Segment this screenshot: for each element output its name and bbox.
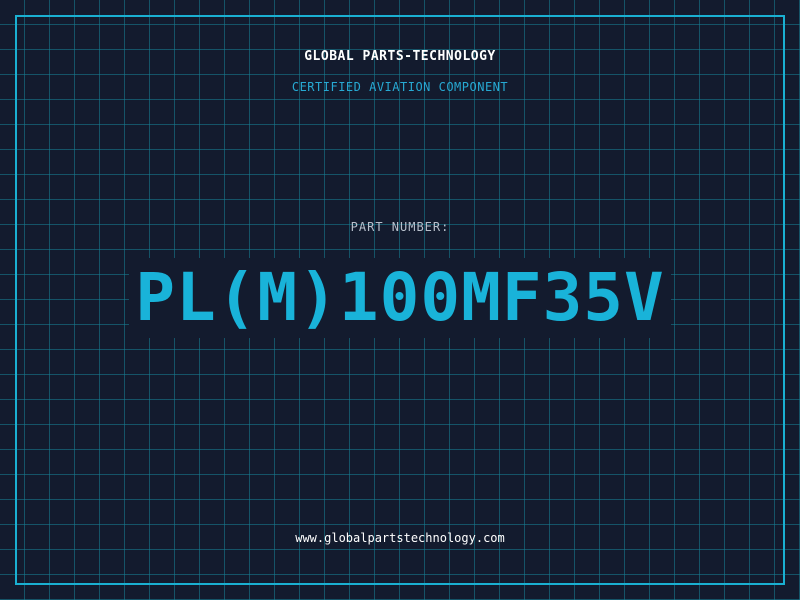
part-number-container: PL(M)100MF35V [0, 258, 800, 338]
brand-title: GLOBAL PARTS-TECHNOLOGY [304, 49, 496, 64]
part-number-value: PL(M)100MF35V [129, 258, 671, 338]
brand-tagline: CERTIFIED AVIATION COMPONENT [291, 80, 509, 94]
part-number-label: PART NUMBER: [350, 220, 450, 234]
certificate-card: GLOBAL PARTS-TECHNOLOGY CERTIFIED AVIATI… [0, 0, 800, 600]
website-url: www.globalpartstechnology.com [295, 531, 505, 545]
